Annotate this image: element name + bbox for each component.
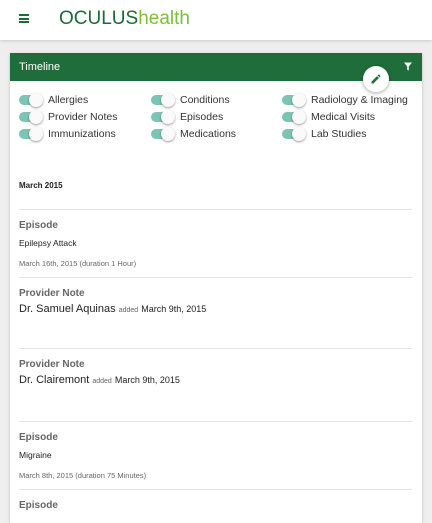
- toggle-switch[interactable]: [151, 93, 175, 107]
- logo-health: health: [138, 8, 190, 29]
- toggle-label: Episodes: [180, 111, 224, 123]
- toggle-lab-studies[interactable]: Lab Studies: [282, 126, 366, 142]
- pencil-icon: [371, 74, 381, 84]
- timeline-header: Timeline: [10, 53, 422, 81]
- card-title: Timeline: [19, 61, 61, 73]
- toggle-episodes[interactable]: Episodes: [151, 109, 223, 125]
- provider-name: Dr. Clairemont: [19, 374, 90, 386]
- added-date: March 9th, 2015: [141, 304, 207, 314]
- edit-fab-button[interactable]: [363, 66, 389, 92]
- entry-provider-line: Dr. Samuel Aquinas added March 9th, 2015: [19, 303, 412, 315]
- toggle-switch[interactable]: [282, 93, 306, 107]
- timeline-card: Timeline Allergies Conditions Radiology …: [10, 53, 422, 523]
- toggle-medications[interactable]: Medications: [151, 126, 236, 142]
- added-label: added: [118, 307, 139, 314]
- toggle-medical-visits[interactable]: Medical Visits: [282, 109, 375, 125]
- added-label: added: [92, 378, 112, 385]
- toggle-switch[interactable]: [282, 127, 306, 141]
- toggle-switch[interactable]: [19, 127, 43, 141]
- entry-title: Migraine: [19, 450, 52, 460]
- entry-type: Episode: [19, 220, 58, 231]
- toggle-switch[interactable]: [282, 110, 306, 124]
- toggle-label: Medical Visits: [311, 111, 375, 123]
- entry-provider-line: Dr. Clairemont added March 9th, 2015: [19, 374, 412, 386]
- entry-meta: March 8th, 2015 (duration 75 Minutes): [19, 471, 147, 480]
- toggle-switch[interactable]: [151, 127, 175, 141]
- timeline-entry-episode[interactable]: Episode Migraine March 8th, 2015 (durati…: [19, 421, 412, 480]
- toggle-label: Allergies: [48, 94, 89, 106]
- provider-name: Dr. Samuel Aquinas: [19, 303, 116, 315]
- timeline-entry-episode[interactable]: Episode: [19, 489, 412, 511]
- timeline-entry-provider-note[interactable]: Provider Note Dr. Samuel Aquinas added M…: [19, 277, 412, 315]
- month-heading: March 2015: [19, 181, 63, 190]
- entry-type: Provider Note: [19, 359, 85, 370]
- toggle-label: Provider Notes: [48, 111, 118, 123]
- top-app-bar: OCULUShealth: [0, 0, 432, 40]
- toggle-label: Lab Studies: [311, 128, 367, 140]
- entry-type: Episode: [19, 500, 58, 511]
- toggle-label: Medications: [180, 128, 237, 140]
- toggle-label: Immunizations: [48, 128, 116, 140]
- toggle-immunizations[interactable]: Immunizations: [19, 126, 116, 142]
- toggle-label: Conditions: [180, 94, 230, 106]
- added-date: March 9th, 2015: [114, 375, 180, 385]
- toggle-conditions[interactable]: Conditions: [151, 92, 230, 108]
- timeline-entry-episode[interactable]: Episode Epilepsy Attack March 16th, 2015…: [19, 209, 412, 268]
- entry-type: Episode: [19, 432, 58, 443]
- toggle-provider-notes[interactable]: Provider Notes: [19, 109, 117, 125]
- logo-oculus: OCULUS: [59, 8, 139, 29]
- toggle-switch[interactable]: [19, 93, 43, 107]
- toggle-switch[interactable]: [19, 110, 43, 124]
- filter-icon[interactable]: [404, 62, 412, 71]
- toggle-label: Radiology & Imaging: [311, 94, 408, 106]
- entry-meta: March 16th, 2015 (duration 1 Hour): [19, 259, 137, 268]
- toggle-radiology-imaging[interactable]: Radiology & Imaging: [282, 92, 408, 108]
- timeline-entry-provider-note[interactable]: Provider Note Dr. Clairemont added March…: [19, 348, 412, 386]
- hamburger-menu-icon[interactable]: [19, 14, 29, 23]
- app-logo: OCULUShealth: [59, 8, 190, 30]
- entry-title: Epilepsy Attack: [19, 238, 77, 248]
- toggle-switch[interactable]: [151, 110, 175, 124]
- toggle-allergies[interactable]: Allergies: [19, 92, 88, 108]
- entry-type: Provider Note: [19, 288, 85, 299]
